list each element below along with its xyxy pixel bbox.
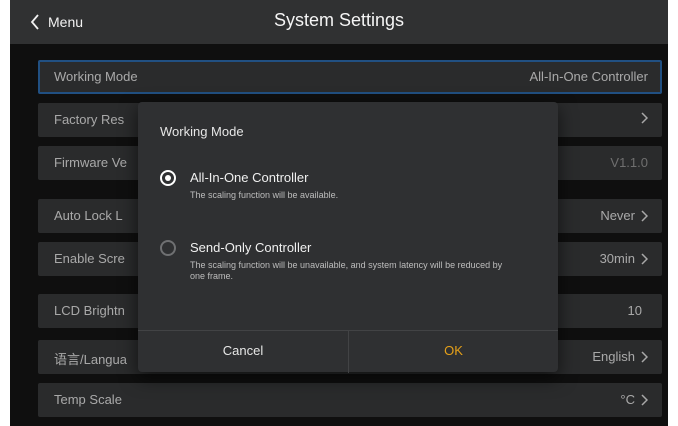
option-description: The scaling function will be unavailable… [190,260,503,281]
radio-unselected-icon[interactable] [160,240,176,256]
cancel-button[interactable]: Cancel [138,331,348,373]
working-mode-dialog: Working Mode All-In-One Controller The s… [138,102,558,373]
device-screen: Menu System Settings Working Mode All-In… [10,0,668,426]
dialog-footer: Cancel OK [138,330,558,373]
ok-button[interactable]: OK [348,331,558,373]
option-description: The scaling function will be available. [190,190,339,200]
option-label: Send-Only Controller [190,240,312,255]
radio-selected-icon[interactable] [160,170,176,186]
option-all-in-one-controller[interactable]: All-In-One Controller The scaling functi… [158,168,538,218]
option-send-only-controller[interactable]: Send-Only Controller The scaling functio… [158,238,538,288]
option-label: All-In-One Controller [190,170,309,185]
dialog-title: Working Mode [160,124,244,139]
page-title: System Settings [273,10,405,30]
top-bar: Menu System Settings [10,0,668,44]
